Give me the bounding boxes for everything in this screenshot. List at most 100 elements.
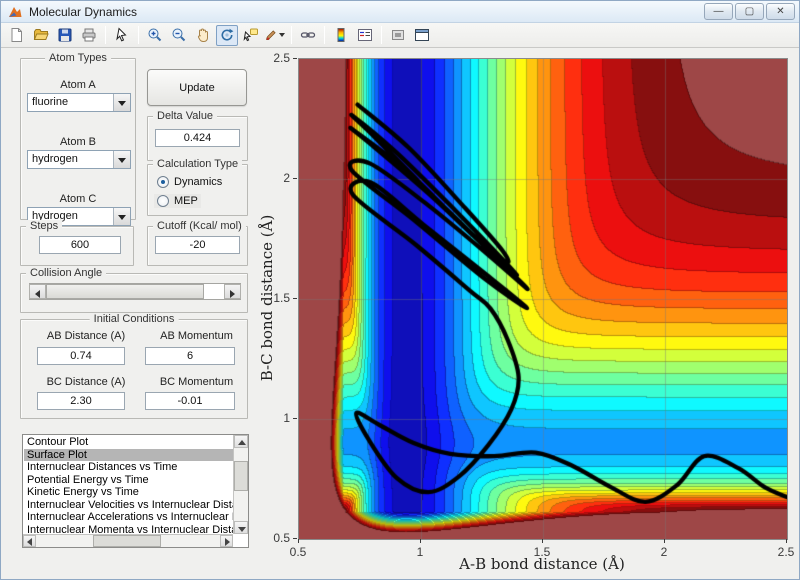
maximize-button[interactable]: ▢: [735, 3, 764, 20]
x-tick-label: 2.5: [777, 545, 795, 559]
bc-distance-field[interactable]: 2.30: [37, 392, 125, 410]
atom-a-dropdown[interactable]: fluorine: [27, 93, 131, 112]
steps-field[interactable]: 600: [39, 236, 121, 254]
x-axis-label: A-B bond distance (Å): [459, 555, 625, 573]
slider-right-arrow-icon[interactable]: [224, 284, 241, 299]
atom-b-dropdown[interactable]: hydrogen: [27, 150, 131, 169]
scroll-up-icon[interactable]: [234, 435, 248, 448]
steps-title: Steps: [26, 220, 63, 232]
link-plots-icon[interactable]: [297, 25, 319, 46]
save-icon[interactable]: [54, 25, 76, 46]
horizontal-scrollbar[interactable]: [23, 534, 233, 547]
slider-left-arrow-icon[interactable]: [29, 284, 46, 299]
vertical-scrollbar[interactable]: [233, 435, 248, 534]
zoom-in-icon[interactable]: [144, 25, 166, 46]
initial-conditions-panel: Initial Conditions AB Distance (A) AB Mo…: [20, 313, 248, 419]
toolbar-separator: [291, 26, 292, 44]
pan-icon[interactable]: [192, 25, 214, 46]
bc-momentum-field[interactable]: -0.01: [145, 392, 235, 410]
list-item[interactable]: Contour Plot: [24, 436, 233, 449]
toolbar-separator: [138, 26, 139, 44]
y-tick-label: 0.5: [273, 531, 290, 545]
list-item[interactable]: Surface Plot: [24, 448, 233, 461]
data-cursor-icon[interactable]: [240, 25, 262, 46]
toolbar-separator: [324, 26, 325, 44]
ab-distance-label: AB Distance (A): [46, 330, 126, 342]
scroll-right-icon[interactable]: [220, 535, 233, 547]
steps-panel: Steps 600: [20, 220, 134, 266]
scroll-left-icon[interactable]: [23, 535, 36, 547]
horizontal-scroll-thumb[interactable]: [93, 535, 161, 547]
radio-dynamics[interactable]: Dynamics: [154, 175, 225, 189]
contour-plot-axes[interactable]: 0.5 1 1.5 2 2.5 0.5 1 1.5 2 2.5: [273, 51, 794, 559]
brush-icon[interactable]: [264, 25, 286, 46]
insert-legend-icon[interactable]: [354, 25, 376, 46]
brush-dropdown-caret[interactable]: [279, 33, 285, 37]
x-tick: [786, 539, 787, 543]
x-tick: [420, 539, 421, 543]
atom-b-dropdown-arrow-icon[interactable]: [113, 151, 130, 168]
cutoff-field[interactable]: -20: [155, 236, 240, 254]
atom-types-panel: Atom Types Atom A fluorine Atom B hydrog…: [20, 52, 136, 226]
contour-canvas[interactable]: [298, 58, 788, 540]
title-bar[interactable]: Molecular Dynamics — ▢ ✕: [1, 1, 799, 23]
y-tick: [293, 178, 297, 179]
delta-value-field[interactable]: 0.424: [155, 129, 240, 147]
toolbar: [1, 23, 799, 48]
cutoff-panel: Cutoff (Kcal/ mol) -20: [147, 220, 248, 266]
calculation-type-title: Calculation Type: [153, 158, 243, 170]
ab-momentum-field[interactable]: 6: [145, 347, 235, 365]
pointer-icon[interactable]: [111, 25, 133, 46]
delta-value-title: Delta Value: [153, 110, 218, 122]
update-button[interactable]: Update: [147, 69, 247, 106]
atom-types-title: Atom Types: [45, 52, 111, 64]
atom-a-label: Atom A: [60, 79, 96, 91]
atom-c-label: Atom C: [59, 193, 97, 205]
list-item[interactable]: Kinetic Energy vs Time: [24, 486, 233, 499]
insert-colorbar-icon[interactable]: [330, 25, 352, 46]
delta-value-panel: Delta Value 0.424: [147, 110, 248, 161]
vertical-scroll-thumb[interactable]: [234, 461, 248, 491]
x-tick-label: 2: [660, 545, 668, 559]
scroll-down-icon[interactable]: [234, 521, 248, 534]
y-tick-label: 1: [283, 411, 290, 425]
x-tick-label: 1: [416, 545, 424, 559]
figure-content: Atom Types Atom A fluorine Atom B hydrog…: [1, 48, 799, 579]
rotate-3d-icon[interactable]: [216, 24, 238, 46]
new-file-icon[interactable]: [6, 25, 28, 46]
y-tick: [293, 418, 297, 419]
x-tick: [298, 539, 299, 543]
plot-type-listbox[interactable]: Contour Plot Surface Plot Internuclear D…: [22, 434, 249, 548]
y-axis-label: B-C bond distance (Å): [258, 214, 276, 382]
open-file-icon[interactable]: [30, 25, 52, 46]
bc-distance-label: BC Distance (A): [46, 376, 126, 388]
slider-thumb[interactable]: [46, 284, 204, 299]
app-window: Molecular Dynamics — ▢ ✕ Atom Types Atom…: [0, 0, 800, 580]
radio-mep-icon[interactable]: [157, 195, 169, 207]
atom-c-dropdown-arrow-icon[interactable]: [113, 208, 130, 225]
bc-momentum-label: BC Momentum: [159, 376, 234, 388]
radio-dynamics-icon[interactable]: [157, 176, 169, 188]
y-tick: [293, 298, 297, 299]
list-item[interactable]: Internuclear Momenta vs Internuclear Dis…: [24, 524, 233, 534]
ab-momentum-label: AB Momentum: [160, 330, 233, 342]
minimize-button[interactable]: —: [704, 3, 733, 20]
cutoff-title: Cutoff (Kcal/ mol): [153, 220, 246, 232]
print-icon[interactable]: [78, 25, 100, 46]
zoom-out-icon[interactable]: [168, 25, 190, 46]
show-plot-tools-dock-icon[interactable]: [411, 25, 433, 46]
app-icon: [9, 6, 22, 17]
y-tick: [293, 538, 297, 539]
atom-b-label: Atom B: [59, 136, 97, 148]
ab-distance-field[interactable]: 0.74: [37, 347, 125, 365]
list-item[interactable]: Internuclear Accelerations vs Internucle…: [24, 511, 233, 524]
list-item[interactable]: Internuclear Velocities vs Internuclear …: [24, 499, 233, 512]
close-button[interactable]: ✕: [766, 3, 795, 20]
collision-angle-slider[interactable]: [29, 283, 241, 300]
list-item[interactable]: Internuclear Distances vs Time: [24, 461, 233, 474]
window-title: Molecular Dynamics: [29, 4, 138, 19]
hide-plot-tools-icon[interactable]: [387, 25, 409, 46]
list-item[interactable]: Potential Energy vs Time: [24, 474, 233, 487]
atom-a-dropdown-arrow-icon[interactable]: [113, 94, 130, 111]
radio-mep[interactable]: MEP: [154, 194, 201, 208]
